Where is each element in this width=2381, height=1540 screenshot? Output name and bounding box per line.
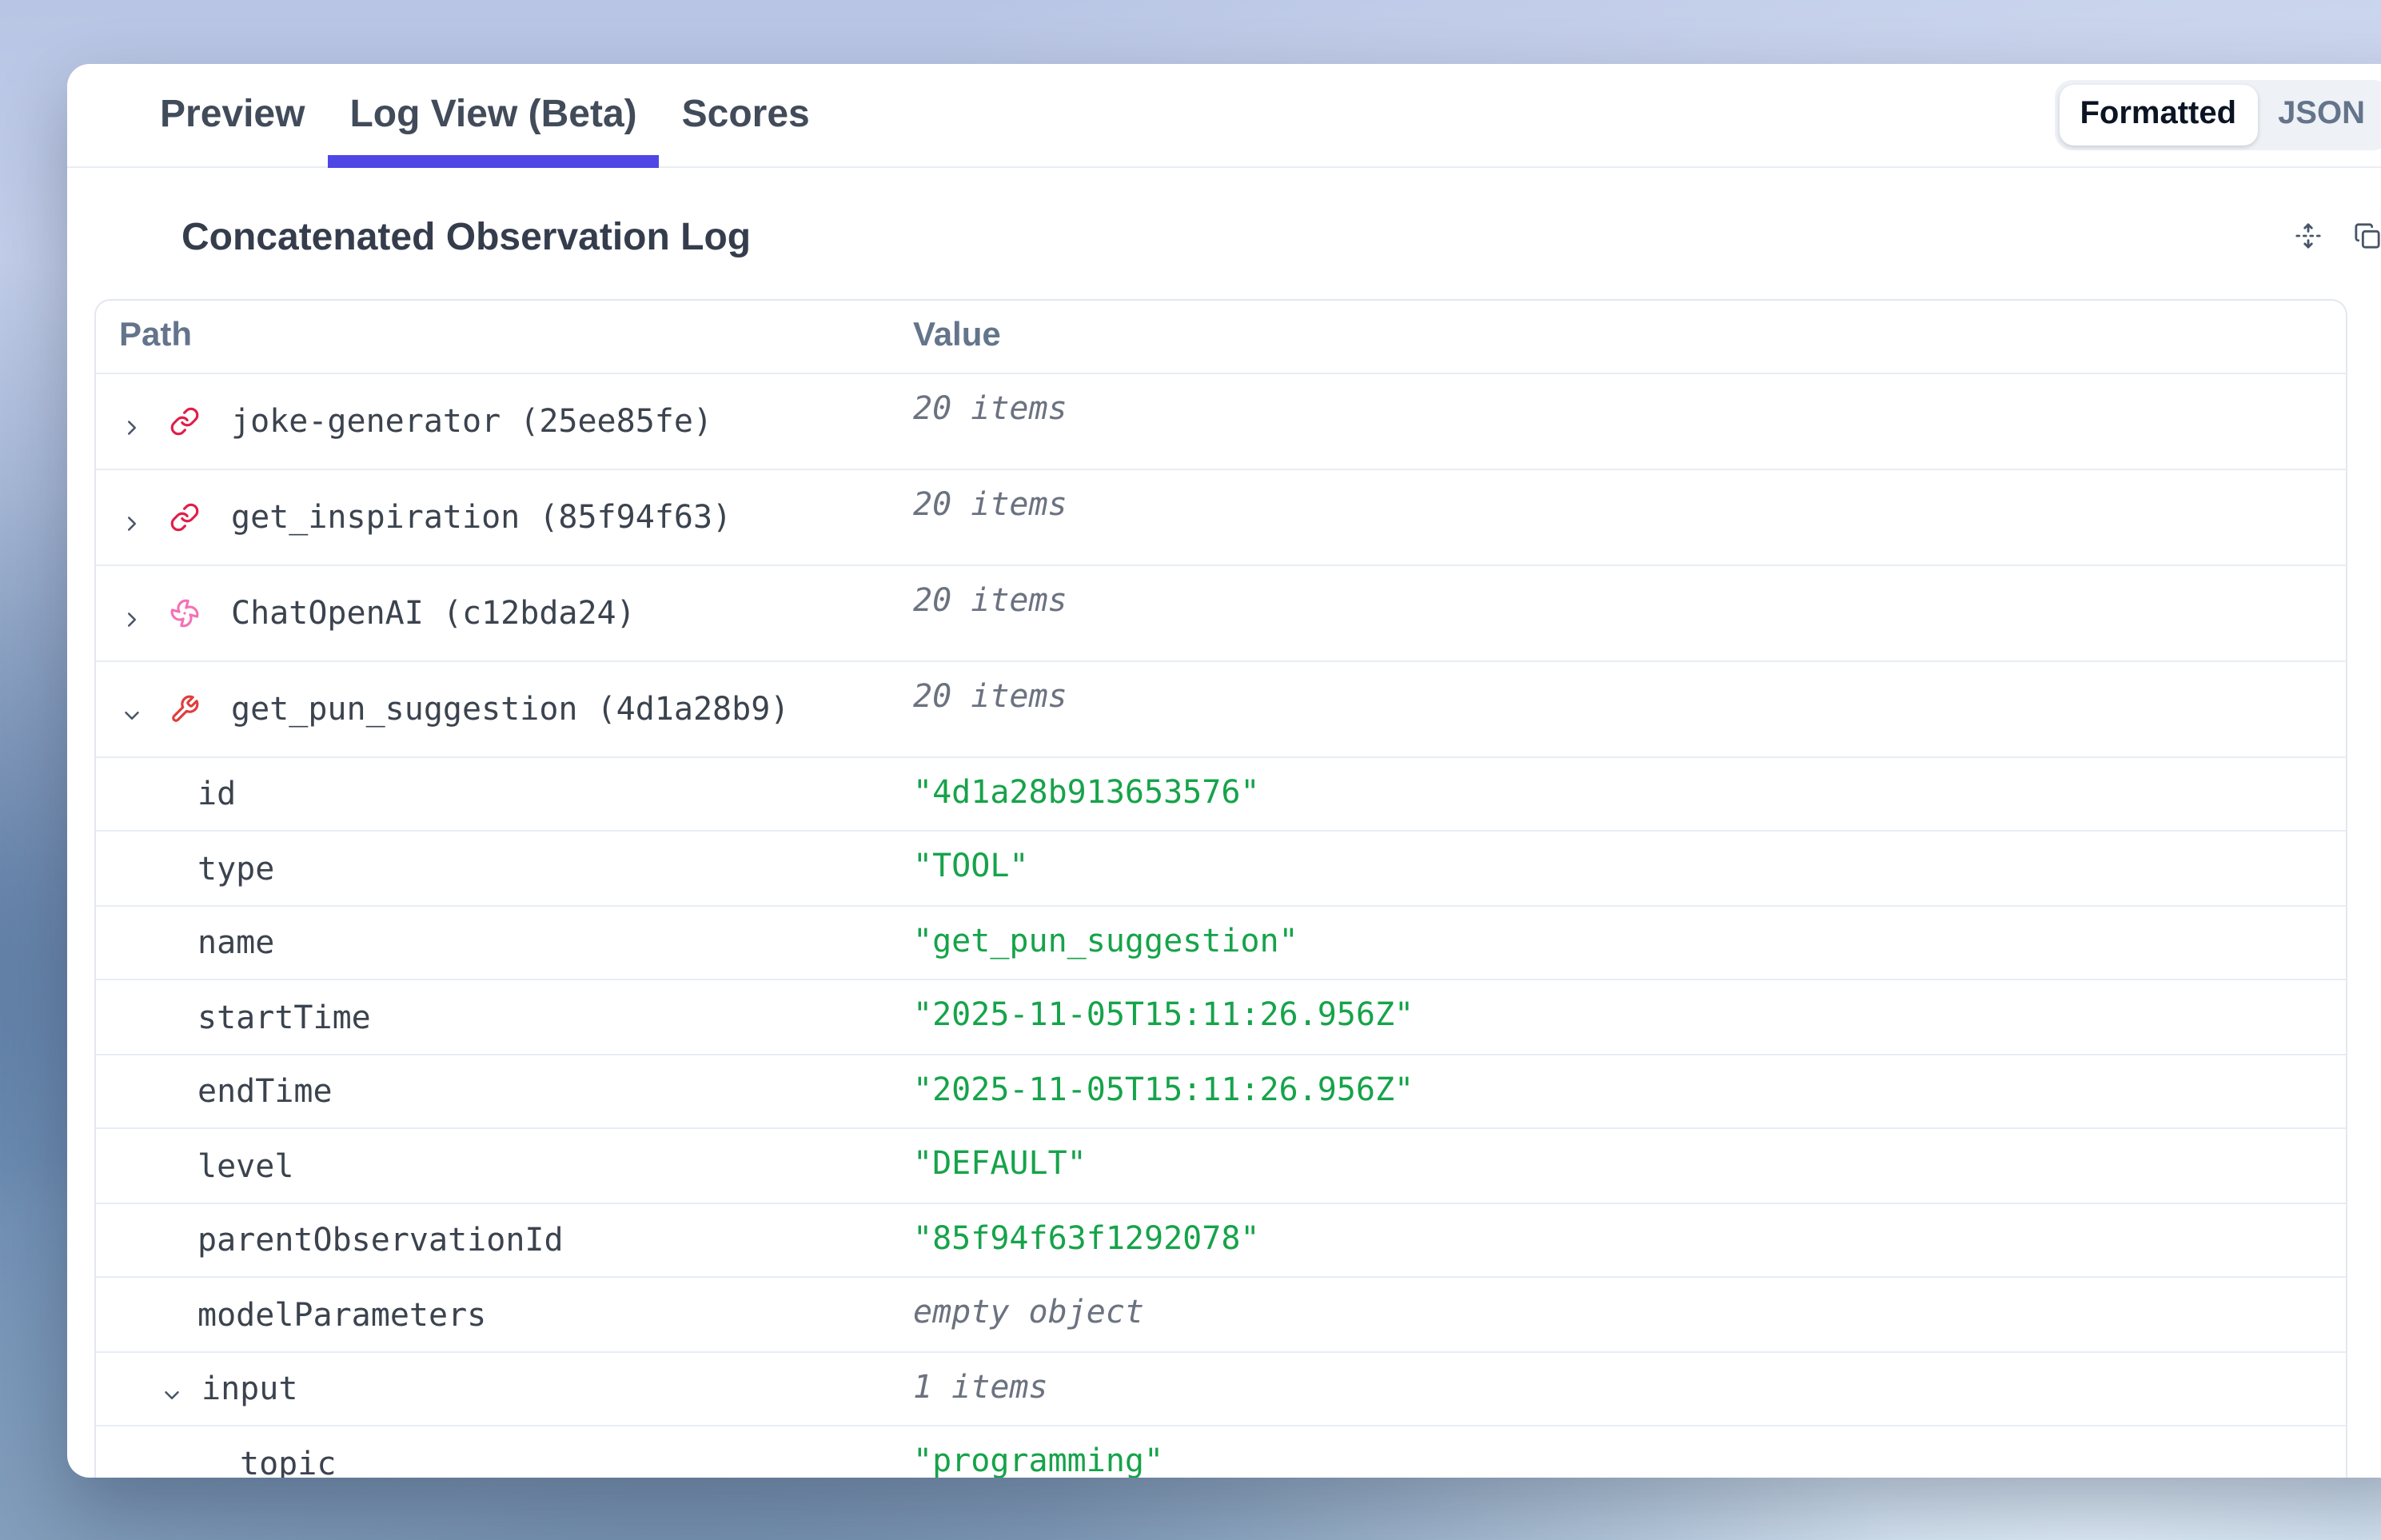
value-cell: "programming" xyxy=(913,1426,2346,1478)
path-cell: name xyxy=(95,906,913,979)
path-label: get_inspiration (85f94f63) xyxy=(231,497,732,536)
copy-icon xyxy=(2354,221,2381,253)
panel-header: Concatenated Observation Log xyxy=(66,167,2381,260)
path-cell: modelParameters xyxy=(95,1278,913,1350)
table-row[interactable]: input 1 items xyxy=(95,1350,2346,1425)
path-label: joke-generator (25ee85fe) xyxy=(231,401,712,440)
table-row: id "4d1a28b913653576" xyxy=(95,756,2346,830)
table-row[interactable]: ChatOpenAI (c12bda24) 20 items xyxy=(95,564,2346,660)
path-label: get_pun_suggestion (4d1a28b9) xyxy=(231,689,789,728)
column-header-value: Value xyxy=(913,317,2346,355)
value-cell: "4d1a28b913653576" xyxy=(913,757,2346,830)
panel-title: Concatenated Observation Log xyxy=(181,215,751,260)
trace-detail-panel: Preview Log View (Beta) Scores Formatted… xyxy=(66,64,2381,1478)
copy-button[interactable] xyxy=(2354,224,2381,251)
path-cell: id xyxy=(95,757,913,830)
table-row: type "TOOL" xyxy=(95,830,2346,904)
path-label: level xyxy=(197,1147,293,1185)
unfold-vertical-icon xyxy=(2295,221,2322,253)
table-row[interactable]: get_pun_suggestion (4d1a28b9) 20 items xyxy=(95,660,2346,756)
value-cell: 20 items xyxy=(913,565,2346,660)
path-cell: level xyxy=(95,1129,913,1202)
toggle-json[interactable]: JSON xyxy=(2257,84,2381,146)
path-cell: joke-generator (25ee85fe) xyxy=(95,373,913,468)
value-cell: empty object xyxy=(913,1278,2346,1350)
column-header-path: Path xyxy=(95,317,913,355)
path-label: modelParameters xyxy=(197,1295,486,1334)
chevron-right-icon[interactable] xyxy=(119,600,143,624)
path-label: topic xyxy=(240,1444,336,1478)
path-cell: endTime xyxy=(95,1055,913,1127)
table-row: level "DEFAULT" xyxy=(95,1127,2346,1202)
path-cell: parentObservationId xyxy=(95,1203,913,1276)
value-cell: 1 items xyxy=(913,1352,2346,1425)
tab-scores[interactable]: Scores xyxy=(660,64,832,166)
path-cell: startTime xyxy=(95,980,913,1053)
value-cell: "2025-11-05T15:11:26.956Z" xyxy=(913,980,2346,1053)
link-icon xyxy=(169,405,199,436)
table-body: joke-generator (25ee85fe)20 itemsget_ins… xyxy=(95,372,2346,1478)
table-row[interactable]: get_inspiration (85f94f63) 20 items xyxy=(95,468,2346,564)
path-label: startTime xyxy=(197,998,371,1036)
value-cell: "get_pun_suggestion" xyxy=(913,906,2346,979)
path-label: name xyxy=(197,924,274,962)
chevron-down-icon[interactable] xyxy=(119,696,143,720)
path-label: ChatOpenAI (c12bda24) xyxy=(231,593,636,632)
table-row[interactable]: joke-generator (25ee85fe) 20 items xyxy=(95,372,2346,468)
table-row: modelParameters empty object xyxy=(95,1276,2346,1350)
tab-log-view[interactable]: Log View (Beta) xyxy=(327,64,659,166)
wrench-icon xyxy=(169,693,199,724)
table-row: name "get_pun_suggestion" xyxy=(95,904,2346,979)
link-icon xyxy=(169,501,199,532)
chevron-down-icon[interactable] xyxy=(160,1377,184,1401)
table-row: endTime "2025-11-05T15:11:26.956Z" xyxy=(95,1053,2346,1127)
observation-log-table: Path Value joke-generator (25ee85fe) 20 i… xyxy=(94,298,2347,1478)
path-label: type xyxy=(197,849,274,888)
path-cell: input xyxy=(95,1352,913,1425)
toggle-formatted[interactable]: Formatted xyxy=(2059,84,2257,146)
value-cell: 20 items xyxy=(913,469,2346,564)
panel-actions xyxy=(2295,224,2381,251)
desktop-background: Preview Log View (Beta) Scores Formatted… xyxy=(0,0,2381,1540)
path-cell: get_pun_suggestion (4d1a28b9) xyxy=(95,661,913,756)
path-cell: get_inspiration (85f94f63) xyxy=(95,469,913,564)
value-cell: "TOOL" xyxy=(913,832,2346,904)
path-cell: ChatOpenAI (c12bda24) xyxy=(95,565,913,660)
value-cell: "DEFAULT" xyxy=(913,1129,2346,1202)
table-header-row: Path Value xyxy=(95,300,2346,372)
view-mode-toggle: Formatted JSON xyxy=(2054,64,2381,166)
value-cell: 20 items xyxy=(913,661,2346,756)
path-label: endTime xyxy=(197,1072,333,1111)
path-label: id xyxy=(197,775,236,813)
table-row: topic "programming" xyxy=(95,1425,2346,1478)
tab-bar: Preview Log View (Beta) Scores Formatted… xyxy=(66,64,2381,167)
tab-preview[interactable]: Preview xyxy=(160,64,327,166)
unfold-vertical-button[interactable] xyxy=(2295,224,2322,251)
path-label: parentObservationId xyxy=(197,1221,564,1259)
path-label: input xyxy=(201,1370,297,1408)
table-row: parentObservationId "85f94f63f1292078" xyxy=(95,1202,2346,1276)
table-row: startTime "2025-11-05T15:11:26.956Z" xyxy=(95,979,2346,1053)
view-mode-toggle-group: Formatted JSON xyxy=(2054,79,2381,150)
value-cell: "2025-11-05T15:11:26.956Z" xyxy=(913,1055,2346,1127)
value-cell: "85f94f63f1292078" xyxy=(913,1203,2346,1276)
path-cell: type xyxy=(95,832,913,904)
path-cell: topic xyxy=(95,1426,913,1478)
chevron-right-icon[interactable] xyxy=(119,409,143,433)
value-cell: 20 items xyxy=(913,373,2346,468)
chevron-right-icon[interactable] xyxy=(119,505,143,529)
fan-icon xyxy=(169,597,199,628)
